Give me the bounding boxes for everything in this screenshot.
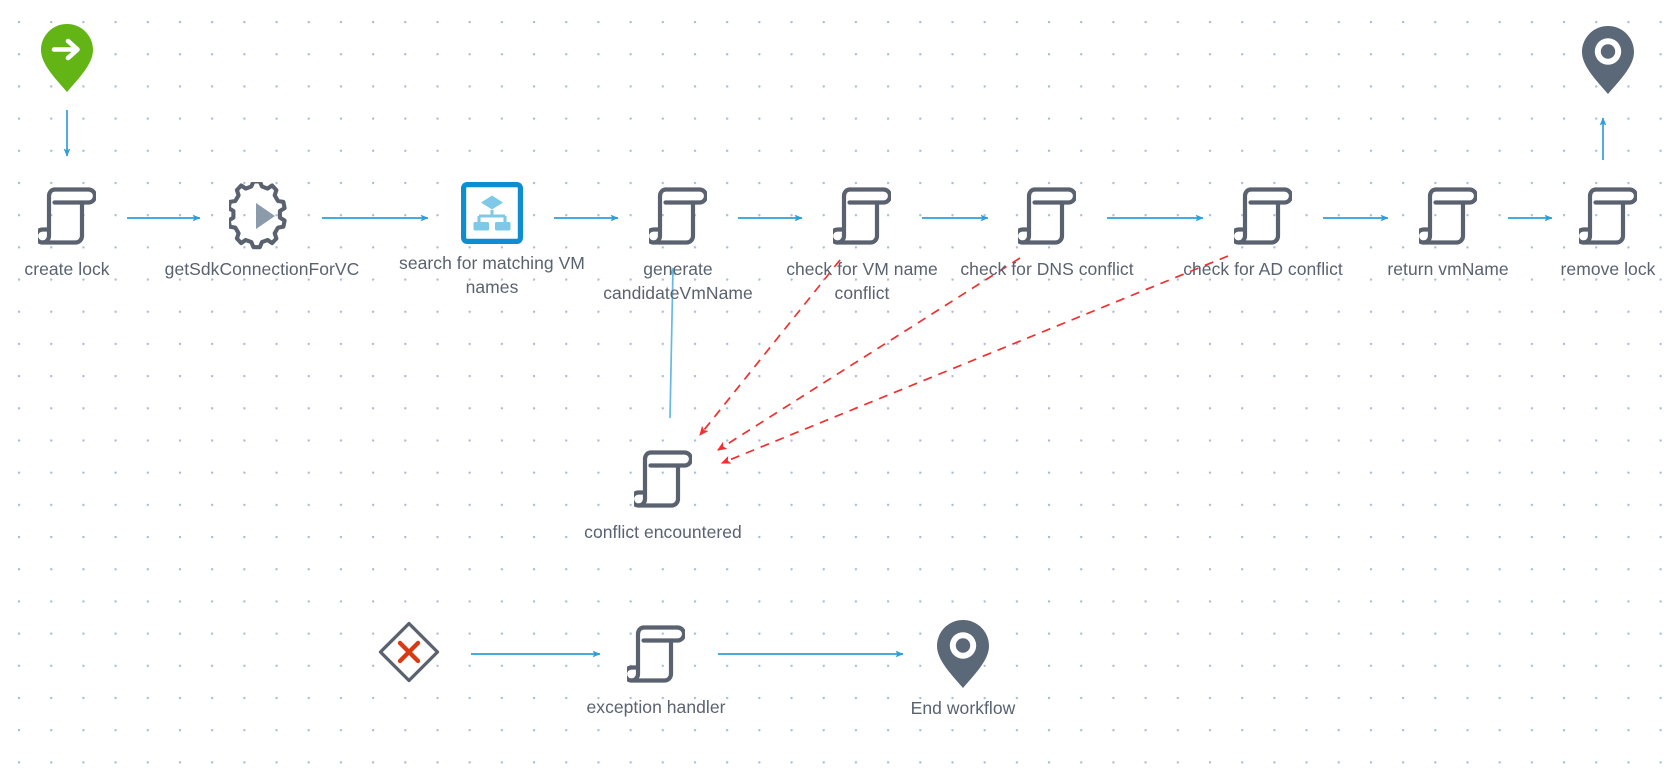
node-generate-candidate-vm-name-label: generate candidateVmName <box>603 259 753 303</box>
decision-schema-icon <box>460 181 523 244</box>
workflow-canvas[interactable]: create lock getSdkConnectionForVC search… <box>0 0 1680 769</box>
scriptable-task-icon <box>1414 182 1479 250</box>
error-diamond-icon <box>377 620 441 684</box>
node-exception-handler-label: exception handler <box>586 697 726 717</box>
node-create-lock-label: create lock <box>24 259 110 279</box>
node-return-vmname-label: return vmName <box>1387 259 1509 279</box>
workflow-gear-icon <box>226 179 295 250</box>
node-end-workflow-label: End workflow <box>910 698 1016 718</box>
node-create-lock[interactable]: create lock <box>0 182 162 281</box>
node-search-for-matching-vm-names-label: search for matching VM names <box>399 253 585 297</box>
node-check-for-ad-conflict[interactable]: check for AD conflict <box>1148 182 1378 281</box>
end-marker-icon <box>1580 24 1636 96</box>
node-start[interactable] <box>0 22 162 100</box>
node-get-sdk-connection-for-vc-label: getSdkConnectionForVC <box>164 259 360 279</box>
node-exception-trigger[interactable] <box>324 620 494 691</box>
node-end-workflow[interactable]: End workflow <box>848 618 1078 720</box>
scriptable-task-icon <box>1013 182 1078 250</box>
connector-layer <box>63 110 1607 658</box>
node-check-for-dns-conflict-label: check for DNS conflict <box>960 259 1134 279</box>
node-check-for-vm-name-conflict-label: check for VM name conflict <box>786 259 938 303</box>
node-exception-handler[interactable]: exception handler <box>541 620 771 719</box>
scriptable-task-icon <box>33 182 98 250</box>
node-search-for-matching-vm-names[interactable]: search for matching VM names <box>377 181 607 299</box>
node-check-for-vm-name-conflict[interactable]: check for VM name conflict <box>767 182 957 305</box>
node-generate-candidate-vm-name[interactable]: generate candidateVmName <box>583 182 773 305</box>
node-get-sdk-connection-for-vc[interactable]: getSdkConnectionForVC <box>147 179 377 281</box>
node-check-for-ad-conflict-label: check for AD conflict <box>1183 259 1343 279</box>
node-remove-lock-label: remove lock <box>1560 259 1656 279</box>
scriptable-task-icon <box>828 182 893 250</box>
scriptable-task-icon <box>644 182 709 250</box>
node-remove-lock[interactable]: remove lock <box>1513 182 1680 281</box>
node-conflict-encountered-label: conflict encountered <box>584 522 742 542</box>
scriptable-task-icon <box>622 620 687 688</box>
node-check-for-dns-conflict[interactable]: check for DNS conflict <box>932 182 1162 281</box>
scriptable-task-icon <box>1229 182 1294 250</box>
scriptable-task-icon <box>1574 182 1639 250</box>
end-marker-icon <box>935 618 991 690</box>
node-end[interactable] <box>1513 24 1680 102</box>
scriptable-task-icon <box>629 445 694 513</box>
node-conflict-encountered[interactable]: conflict encountered <box>548 445 778 544</box>
start-marker-icon <box>39 22 95 94</box>
